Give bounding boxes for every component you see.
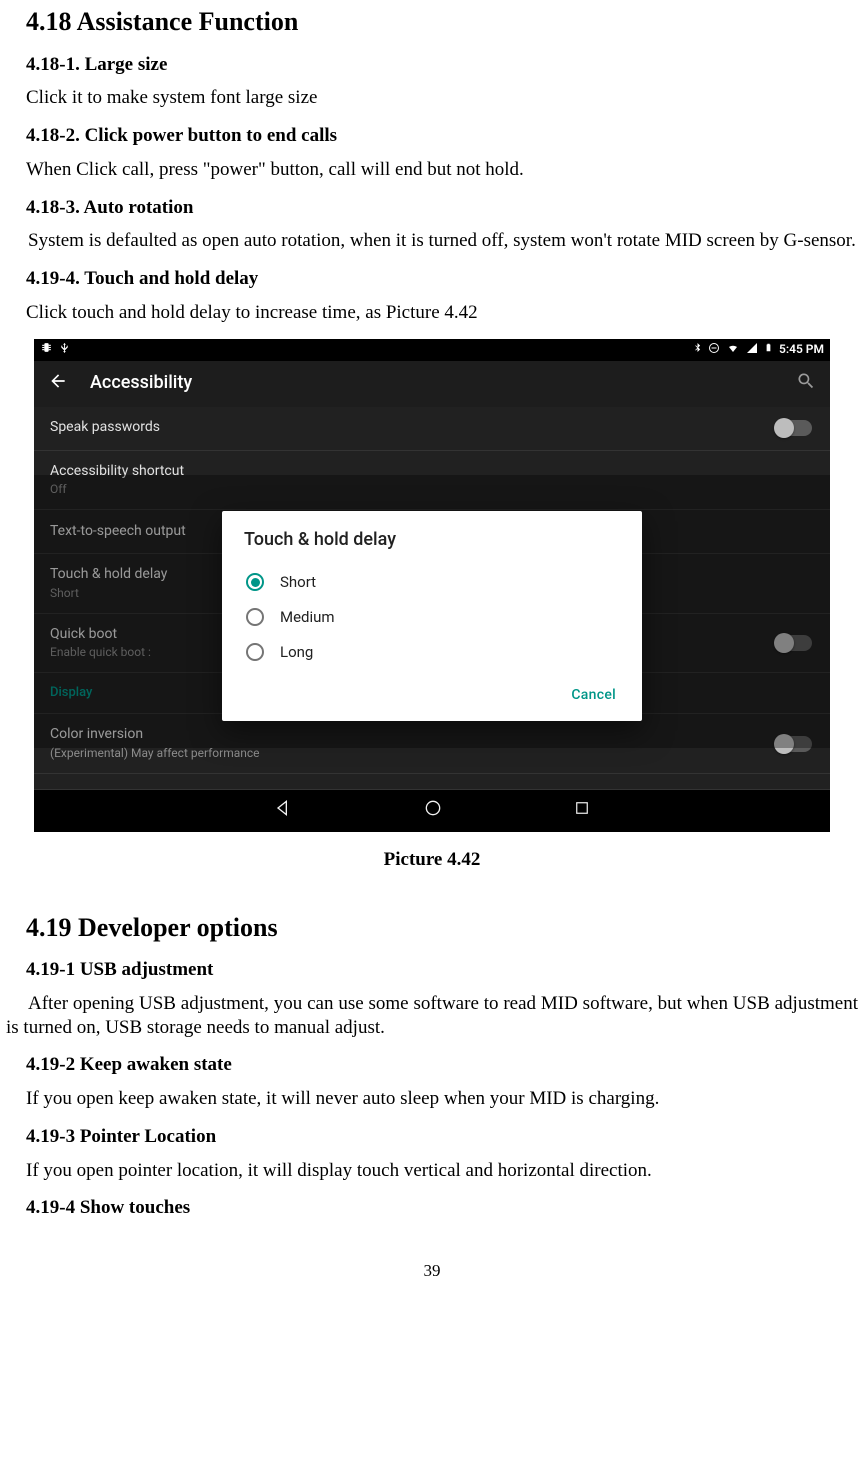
- body-418-2: When Click call, press "power" button, c…: [6, 158, 858, 182]
- page-number: 39: [6, 1260, 858, 1281]
- figure-caption: Picture 4.42: [6, 848, 858, 872]
- radio-checked-icon: [246, 573, 264, 591]
- battery-icon: [764, 341, 773, 358]
- toggle-off[interactable]: [776, 736, 812, 752]
- nav-recent-icon[interactable]: [573, 799, 591, 823]
- row-label: Accessibility shortcut: [50, 463, 814, 481]
- row-label: Color inversion: [50, 726, 814, 744]
- wifi-icon: [726, 342, 740, 358]
- dialog-option-long[interactable]: Long: [244, 635, 620, 670]
- touch-hold-dialog: Touch & hold delay Short Medium Long Can…: [222, 511, 642, 721]
- signal-icon: [746, 342, 758, 358]
- row-sublabel: Off: [50, 482, 814, 497]
- back-icon[interactable]: [48, 371, 68, 397]
- search-icon[interactable]: [796, 371, 816, 397]
- toggle-off[interactable]: [776, 420, 812, 436]
- radio-unchecked-icon: [246, 643, 264, 661]
- do-not-disturb-icon: [708, 342, 720, 358]
- section-heading-418: 4.18 Assistance Function: [6, 6, 858, 39]
- section-heading-419: 4.19 Developer options: [6, 912, 858, 945]
- option-label: Long: [280, 643, 313, 662]
- body-418-3: System is defaulted as open auto rotatio…: [6, 229, 858, 253]
- row-cutoff: [34, 774, 830, 790]
- nav-back-icon[interactable]: [273, 798, 293, 824]
- sub-heading-419-3: 4.19-3 Pointer Location: [6, 1125, 858, 1149]
- dialog-option-short[interactable]: Short: [244, 565, 620, 600]
- toggle-off[interactable]: [776, 635, 812, 651]
- row-sublabel: (Experimental) May affect performance: [50, 746, 814, 761]
- screenshot-container: 5:45 PM Accessibility Speak passwords Ac…: [34, 339, 830, 832]
- cancel-button[interactable]: Cancel: [567, 679, 620, 713]
- sub-heading-418-1: 4.18-1. Large size: [6, 53, 858, 77]
- sub-heading-419-4a: 4.19-4. Touch and hold delay: [6, 267, 858, 291]
- row-label: Speak passwords: [50, 419, 814, 437]
- sub-heading-419-4: 4.19-4 Show touches: [6, 1196, 858, 1220]
- sub-heading-419-2: 4.19-2 Keep awaken state: [6, 1053, 858, 1077]
- sub-heading-418-3: 4.18-3. Auto rotation: [6, 196, 858, 220]
- body-419-4a: Click touch and hold delay to increase t…: [6, 301, 858, 325]
- appbar-title: Accessibility: [90, 372, 774, 395]
- debug-icon: [40, 341, 53, 358]
- status-time: 5:45 PM: [779, 342, 824, 357]
- body-419-1: After opening USB adjustment, you can us…: [6, 992, 858, 1040]
- radio-unchecked-icon: [246, 608, 264, 626]
- nav-home-icon[interactable]: [423, 798, 443, 824]
- option-label: Short: [280, 573, 316, 592]
- body-419-2: If you open keep awaken state, it will n…: [6, 1087, 858, 1111]
- sub-heading-418-2: 4.18-2. Click power button to end calls: [6, 124, 858, 148]
- app-bar: Accessibility: [34, 361, 830, 407]
- usb-icon: [59, 341, 70, 358]
- row-accessibility-shortcut[interactable]: Accessibility shortcut Off: [34, 451, 830, 511]
- body-418-1: Click it to make system font large size: [6, 86, 858, 110]
- row-speak-passwords[interactable]: Speak passwords: [34, 407, 830, 451]
- option-label: Medium: [280, 608, 335, 627]
- row-color-inversion[interactable]: Color inversion (Experimental) May affec…: [34, 714, 830, 774]
- settings-list: Speak passwords Accessibility shortcut O…: [34, 407, 830, 790]
- body-419-3: If you open pointer location, it will di…: [6, 1159, 858, 1183]
- nav-bar: [34, 790, 830, 832]
- dialog-title: Touch & hold delay: [244, 529, 620, 552]
- status-bar: 5:45 PM: [34, 339, 830, 361]
- sub-heading-419-1: 4.19-1 USB adjustment: [6, 958, 858, 982]
- bluetooth-icon: [693, 341, 702, 358]
- dialog-option-medium[interactable]: Medium: [244, 600, 620, 635]
